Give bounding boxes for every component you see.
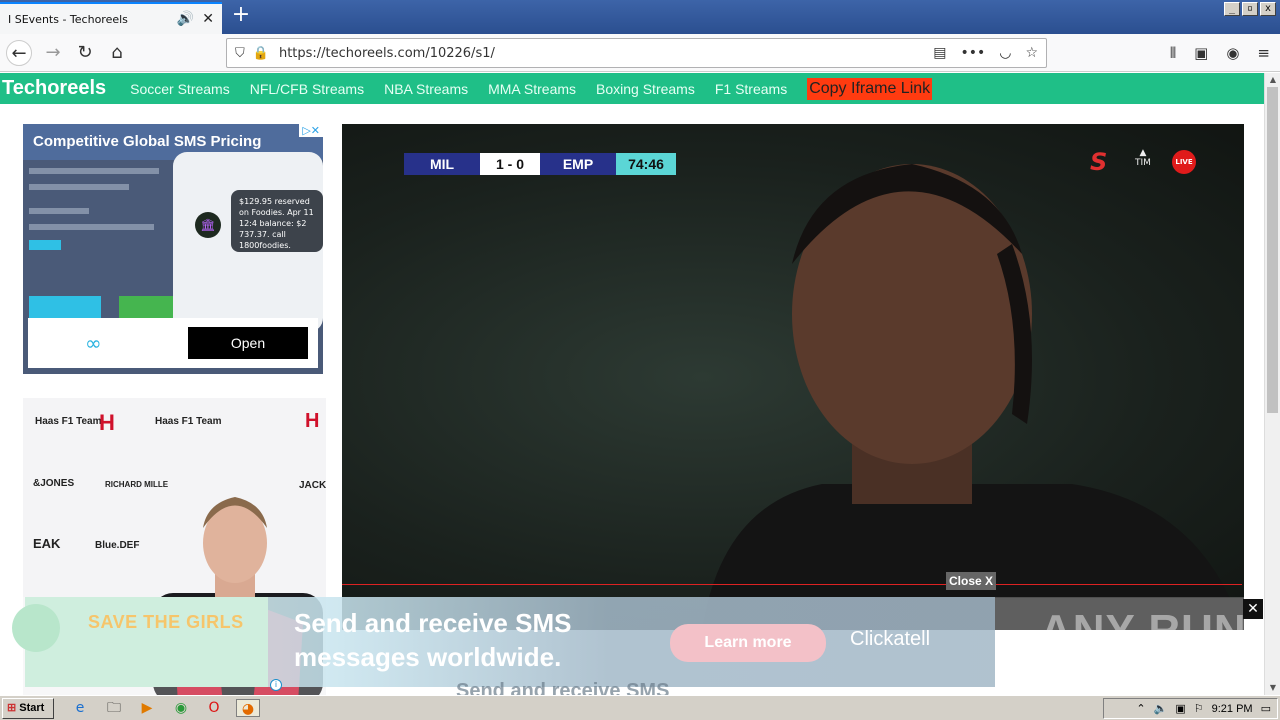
flag-icon[interactable]: ⚐ (1194, 702, 1204, 715)
scroll-up-icon[interactable]: ▲ (1265, 73, 1280, 87)
away-team: EMP (540, 153, 616, 175)
media-player-icon[interactable]: ▶ (137, 699, 157, 717)
serie-a-logo-icon: ▲ TIM (1135, 148, 1151, 168)
minimize-button[interactable]: _ (1224, 2, 1240, 16)
anyrun-watermark: ANY RUN (1040, 606, 1247, 655)
ie-icon[interactable]: e (70, 699, 90, 717)
sponsor-text: Haas F1 Team (155, 416, 222, 427)
clickatell-brand: Clickatell (850, 628, 931, 650)
close-tab-icon[interactable]: ✕ (202, 11, 214, 27)
firefox-icon[interactable]: ◕ (236, 699, 260, 717)
site-nav: Techoreels Soccer Streams NFL/CFB Stream… (0, 73, 1264, 104)
network-icon[interactable]: ▣ (1175, 702, 1185, 715)
window-controls: _ ▫ x (1224, 2, 1276, 16)
nav-toolbar: ← → ↻ ⌂ ⛉ 🔒 https://techoreels.com/10226… (0, 34, 1280, 72)
scoreboard: MIL 1 - 0 EMP 74:46 (404, 153, 676, 175)
sponsor-text: &JONES (33, 478, 75, 489)
reload-icon[interactable]: ↻ (72, 40, 98, 66)
moon-icon (12, 604, 60, 652)
player-figure (702, 164, 1242, 630)
video-progress-bar[interactable] (342, 584, 1242, 585)
match-clock: 74:46 (616, 153, 676, 175)
ad-message: Send and receive SMS messages worldwide. (294, 606, 571, 674)
tab-title: I SEvents - Techoreels (8, 12, 128, 26)
broadcaster-logo-icon: S (1090, 148, 1108, 176)
reader-view-icon[interactable]: ▤ (933, 45, 946, 61)
account-icon[interactable]: ◉ (1226, 44, 1239, 62)
page-scrollbar[interactable]: ▲ ▼ (1264, 73, 1280, 695)
shield-icon[interactable]: ⛉ (235, 46, 245, 61)
lock-icon[interactable]: 🔒 (253, 46, 269, 61)
learn-more-button[interactable]: Learn more (670, 624, 826, 662)
site-brand[interactable]: Techoreels (2, 77, 106, 100)
save-girls-title: SAVE THE GIRLS (88, 612, 244, 632)
ad-accent (119, 296, 179, 320)
ad-line-2: messages worldwide. (294, 642, 562, 672)
nav-mma[interactable]: MMA Streams (488, 81, 576, 97)
sms-bubble: $129.95 reserved on Foodies. Apr 11 12:4… (231, 190, 323, 252)
menu-icon[interactable]: ≡ (1257, 44, 1270, 62)
system-tray: ⌃ 🔈 ▣ ⚐ 9:21 PM ▭ (1103, 698, 1278, 719)
back-button[interactable]: ← (6, 40, 32, 66)
ad-line-1: Send and receive SMS (294, 608, 572, 638)
adchoices-icon[interactable]: ▷✕ (299, 124, 323, 137)
sidebar-icon[interactable]: ▣ (1194, 44, 1208, 62)
ad-line (29, 184, 129, 190)
video-player[interactable]: MIL 1 - 0 EMP 74:46 S ▲ TIM LIVE (342, 124, 1244, 630)
forward-button[interactable]: → (40, 40, 66, 66)
pocket-icon[interactable]: ◡ (999, 45, 1011, 61)
close-overlay-button[interactable]: Close X (946, 572, 997, 590)
new-tab-button[interactable]: + (230, 4, 252, 28)
close-window-button[interactable]: x (1260, 2, 1276, 16)
volume-icon[interactable]: 🔈 (1154, 702, 1168, 715)
nav-boxing[interactable]: Boxing Streams (596, 81, 695, 97)
home-team: MIL (404, 153, 480, 175)
bank-icon: 🏛 (195, 212, 221, 238)
nav-nba[interactable]: NBA Streams (384, 81, 468, 97)
ad-accent (29, 296, 101, 320)
sms-pricing-ad[interactable]: Competitive Global SMS Pricing ▷✕ 🏛 $129… (23, 124, 323, 374)
more-actions-icon[interactable]: ••• (960, 45, 985, 61)
taskbar: ⊞ Start e 🗀 ▶ ◉ O ◕ ⌃ 🔈 ▣ ⚐ 9:21 PM ▭ (0, 695, 1280, 720)
ad-line (29, 208, 89, 214)
ad-info-icon[interactable]: i (270, 679, 282, 691)
clock: 9:21 PM (1211, 702, 1253, 715)
sponsor-text: Haas F1 Team (35, 416, 102, 427)
speaker-icon[interactable]: 🔊 (177, 11, 194, 27)
haas-logo-icon: H (99, 410, 115, 435)
nav-nfl[interactable]: NFL/CFB Streams (250, 81, 364, 97)
scroll-thumb[interactable] (1267, 87, 1278, 413)
live-badge: LIVE (1172, 150, 1196, 174)
folder-icon[interactable]: 🗀 (104, 699, 124, 717)
copy-iframe-link[interactable]: Copy Iframe Link (807, 77, 933, 100)
open-button[interactable]: Open (188, 327, 308, 359)
maximize-button[interactable]: ▫ (1242, 2, 1258, 16)
tab-strip: I SEvents - Techoreels 🔊 ✕ + _ ▫ x (0, 0, 1280, 34)
save-girls-panel[interactable] (25, 597, 268, 687)
nav-f1[interactable]: F1 Streams (715, 81, 787, 97)
ad-line (29, 168, 159, 174)
browser-tab[interactable]: I SEvents - Techoreels 🔊 ✕ (0, 2, 222, 34)
haas-logo-icon: H (305, 410, 320, 432)
ad-line (29, 224, 154, 230)
ad-accent (29, 240, 61, 250)
url-text[interactable]: https://techoreels.com/10226/s1/ (279, 46, 933, 61)
start-button[interactable]: ⊞ Start (2, 698, 54, 719)
sponsor-text: Blue.DEF (95, 540, 140, 551)
url-bar[interactable]: ⛉ 🔒 https://techoreels.com/10226/s1/ ▤ •… (226, 38, 1047, 68)
score: 1 - 0 (480, 153, 540, 175)
link-logo-icon: ∞ (85, 331, 102, 355)
library-icon[interactable]: ⫴ (1170, 44, 1176, 62)
chrome-icon[interactable]: ◉ (171, 699, 191, 717)
desktop-icon[interactable]: ▭ (1261, 702, 1271, 715)
opera-icon[interactable]: O (204, 699, 224, 717)
sponsor-text: EAK (33, 536, 61, 551)
scroll-down-icon[interactable]: ▼ (1265, 681, 1280, 695)
toolbar-right: ⫴ ▣ ◉ ≡ (1170, 44, 1270, 62)
home-icon[interactable]: ⌂ (104, 40, 130, 66)
bookmark-star-icon[interactable]: ☆ (1025, 45, 1038, 61)
nav-soccer[interactable]: Soccer Streams (130, 81, 230, 97)
start-label: Start (19, 702, 45, 714)
tray-arrow-icon[interactable]: ⌃ (1136, 702, 1145, 715)
